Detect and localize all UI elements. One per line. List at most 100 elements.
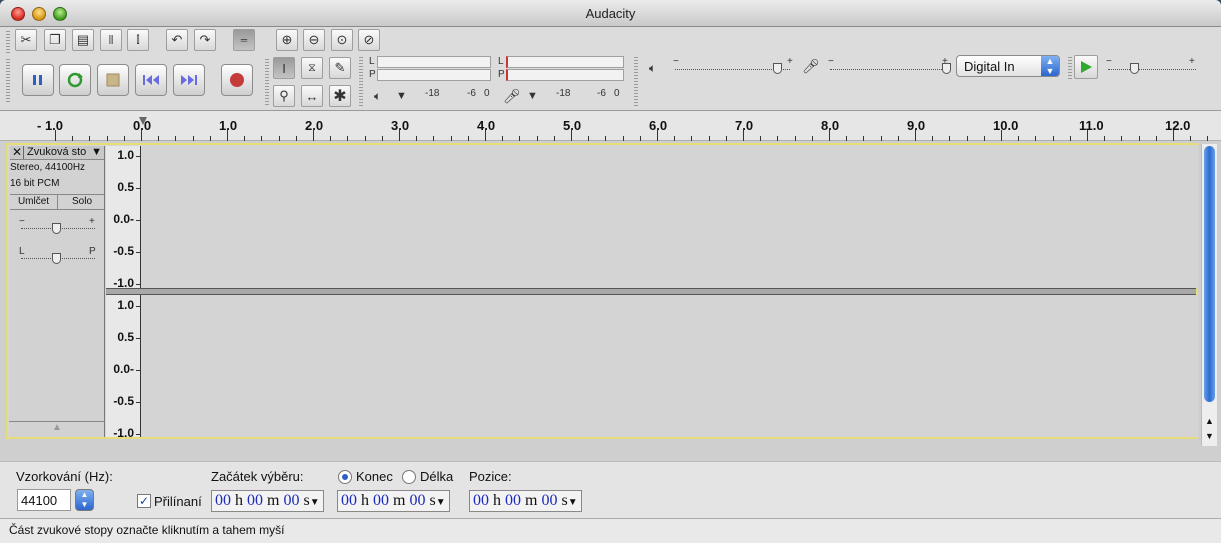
ruler-tick-label: 5.0 xyxy=(563,118,582,133)
meter-scale-label: -6 xyxy=(597,88,606,99)
pan-thumb[interactable] xyxy=(52,253,61,264)
status-text: Část zvukové stopy označte kliknutím a t… xyxy=(9,523,285,537)
scroll-up-icon[interactable]: ▲ xyxy=(1205,416,1214,426)
play-speed-slider[interactable] xyxy=(1108,69,1196,70)
audio-position-time[interactable]: 00 h 00 m 00 s▼ xyxy=(469,490,582,512)
mixer-toolbar-grip[interactable] xyxy=(634,57,638,107)
time-hours: 00 xyxy=(215,492,231,509)
sync-lock-icon[interactable]: ═ xyxy=(233,29,255,51)
play-meter-left xyxy=(377,56,491,68)
rec-meter-left-label: L xyxy=(498,56,504,67)
play-meter-right xyxy=(377,69,491,81)
tracks-area: ✕ Zvuková sto ▼ Stereo, 44100Hz 16 bit P… xyxy=(0,141,1221,461)
input-device-select[interactable]: Digital In ▲ ▼ xyxy=(956,55,1060,77)
ruler-tick-label: 10.0 xyxy=(993,118,1019,133)
project-rate-label: Vzorkování (Hz): xyxy=(16,469,113,484)
play-icon xyxy=(1081,61,1092,73)
timeshift-tool-icon[interactable]: ↔ xyxy=(301,85,323,107)
mute-button[interactable]: Umlčet xyxy=(10,195,58,210)
meter-scale-label: 0 xyxy=(614,88,620,99)
pan-left-label: L xyxy=(19,246,25,257)
solo-button[interactable]: Solo xyxy=(60,195,104,210)
close-track-icon[interactable]: ✕ xyxy=(11,146,24,159)
ruler-tick-label: 12.0 xyxy=(1165,118,1191,133)
tools-toolbar-grip[interactable] xyxy=(265,59,269,107)
fit-selection-icon[interactable]: ⊙ xyxy=(331,29,353,51)
meter-toolbar-grip[interactable] xyxy=(359,57,363,107)
amplitude-tick xyxy=(136,338,140,339)
skip-end-button[interactable] xyxy=(173,64,205,96)
envelope-tool-icon[interactable]: ⧖ xyxy=(301,57,323,79)
zoom-out-icon[interactable]: ⊖ xyxy=(303,29,325,51)
undo-icon[interactable]: ↶ xyxy=(166,29,188,51)
waveform-left-channel[interactable] xyxy=(142,146,1197,288)
track-name-menu[interactable]: Zvuková sto xyxy=(27,146,86,158)
copy-icon[interactable]: ❐ xyxy=(44,29,66,51)
input-volume-thumb[interactable] xyxy=(942,63,951,74)
collapse-track-icon[interactable]: ▲ xyxy=(9,421,105,437)
multi-tool-icon[interactable]: ✱ xyxy=(329,85,351,107)
stop-button[interactable] xyxy=(97,64,129,96)
input-volume-slider[interactable] xyxy=(830,69,948,70)
transport-toolbar-grip[interactable] xyxy=(6,59,10,103)
time-minutes: 00 xyxy=(373,492,389,509)
speaker-icon[interactable]: 🔈︎ xyxy=(374,89,381,104)
rec-meter-left xyxy=(506,56,624,68)
time-format-menu-icon[interactable]: ▼ xyxy=(310,497,320,508)
gain-thumb[interactable] xyxy=(52,223,61,234)
time-h-unit: h xyxy=(235,492,243,509)
record-button[interactable] xyxy=(221,64,253,96)
fit-project-icon[interactable]: ⊘ xyxy=(358,29,380,51)
selection-start-time[interactable]: 00 h 00 m 00 s▼ xyxy=(211,490,324,512)
draw-tool-icon[interactable]: ✎ xyxy=(329,57,351,79)
amplitude-label: -1.0 xyxy=(113,426,134,440)
output-volume-thumb[interactable] xyxy=(773,63,782,74)
microphone-icon[interactable]: 🎤︎ xyxy=(503,88,521,105)
selection-end-time[interactable]: 00 h 00 m 00 s▼ xyxy=(337,490,450,512)
play-at-speed-button[interactable] xyxy=(1074,55,1098,79)
redo-icon[interactable]: ↷ xyxy=(194,29,216,51)
time-h-unit: h xyxy=(493,492,501,509)
skip-start-button[interactable] xyxy=(135,64,167,96)
pause-button[interactable] xyxy=(22,64,54,96)
time-seconds: 00 xyxy=(409,492,426,509)
amplitude-tick xyxy=(136,306,140,307)
time-format-menu-icon[interactable]: ▼ xyxy=(568,497,578,508)
play-at-speed-grip[interactable] xyxy=(1068,57,1072,79)
time-hours: 00 xyxy=(341,492,357,509)
paste-icon[interactable]: ▤ xyxy=(72,29,94,51)
zoom-tool-icon[interactable]: ⚲ xyxy=(273,85,295,107)
vertical-scroll-thumb[interactable] xyxy=(1204,146,1215,402)
play-speed-thumb[interactable] xyxy=(1130,63,1139,74)
selection-tool-icon[interactable]: I xyxy=(273,57,295,79)
edit-toolbar-grip[interactable] xyxy=(6,31,10,53)
play-head-marker[interactable] xyxy=(139,117,147,125)
track-menu-arrow-icon[interactable]: ▼ xyxy=(91,146,102,158)
project-rate-input[interactable]: 44100 xyxy=(17,489,71,511)
end-radio[interactable] xyxy=(338,470,352,484)
rate-stepper-icon[interactable]: ▲ ▼ xyxy=(75,489,94,511)
loop-play-button[interactable] xyxy=(59,64,91,96)
cut-icon[interactable]: ✂ xyxy=(15,29,37,51)
play-meter-menu-icon[interactable]: ▼ xyxy=(396,90,407,102)
snap-checkbox[interactable]: ✓ xyxy=(137,494,151,508)
silence-icon[interactable]: ⫿ xyxy=(127,29,149,51)
length-radio[interactable] xyxy=(402,470,416,484)
time-m-unit: m xyxy=(267,492,280,509)
track-control-panel: ✕ Zvuková sto ▼ Stereo, 44100Hz 16 bit P… xyxy=(9,146,105,437)
timeline-ruler[interactable]: - 1.0 0.0 1.0 2.0 3.0 4.0 5.0 6.0 7.0 8.0 9.0 10.0 1… xyxy=(0,111,1221,141)
channel-separator xyxy=(106,288,1196,295)
ruler-major-tick xyxy=(141,130,142,141)
loop-icon xyxy=(67,72,83,88)
rec-meter-menu-icon[interactable]: ▼ xyxy=(527,90,538,102)
trim-icon[interactable]: ⫼ xyxy=(100,29,122,51)
position-label: Pozice: xyxy=(469,469,512,484)
ruler-major-tick xyxy=(227,130,228,141)
audio-track[interactable]: ✕ Zvuková sto ▼ Stereo, 44100Hz 16 bit P… xyxy=(6,143,1198,440)
output-volume-icon: 🔈︎ xyxy=(649,61,657,75)
vertical-scrollbar[interactable]: ▲ ▼ xyxy=(1201,144,1217,446)
time-format-menu-icon[interactable]: ▼ xyxy=(436,497,446,508)
scroll-down-icon[interactable]: ▼ xyxy=(1205,431,1214,441)
zoom-in-icon[interactable]: ⊕ xyxy=(276,29,298,51)
waveform-right-channel[interactable] xyxy=(142,295,1197,437)
